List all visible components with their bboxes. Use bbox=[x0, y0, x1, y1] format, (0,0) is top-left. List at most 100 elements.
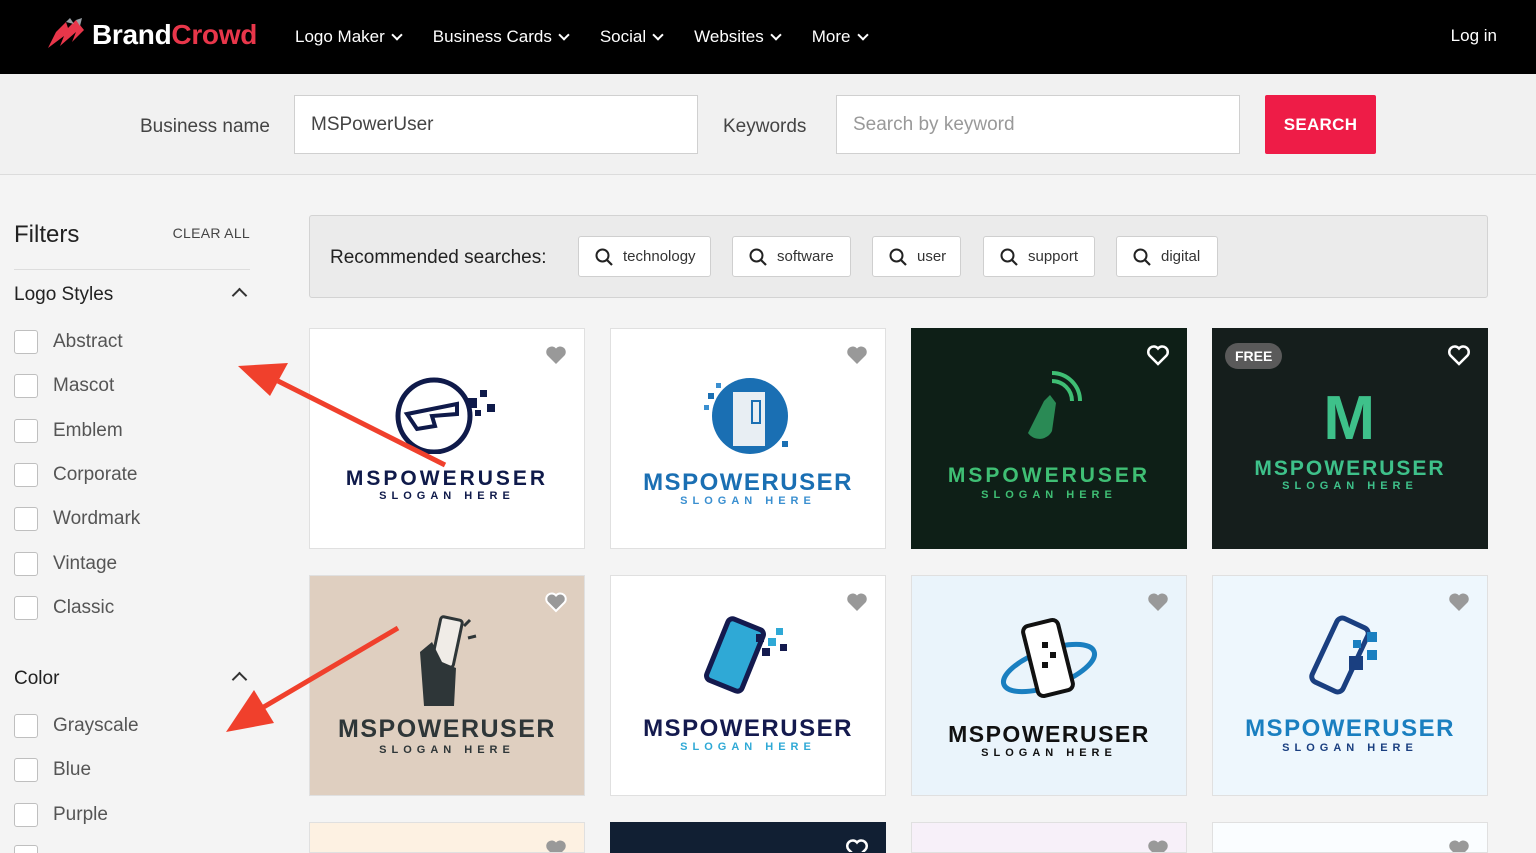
heart-icon[interactable] bbox=[1146, 590, 1170, 614]
nav-logo-maker[interactable]: Logo Maker bbox=[295, 27, 403, 47]
filter-classic[interactable]: Classic bbox=[14, 596, 114, 620]
checkbox[interactable] bbox=[14, 714, 38, 738]
slogan: SLOGAN HERE bbox=[379, 490, 515, 502]
touch-signal-logo bbox=[1028, 371, 1082, 439]
logo-card[interactable]: FREE M MSPOWERUSER SLOGAN HERE bbox=[1212, 328, 1488, 549]
search-icon bbox=[1000, 248, 1018, 266]
heart-icon[interactable] bbox=[1447, 837, 1471, 853]
logo-card[interactable] bbox=[911, 822, 1187, 853]
checkbox[interactable] bbox=[14, 758, 38, 782]
brandcrowd-bird-icon bbox=[48, 18, 84, 48]
hand-phone-logo bbox=[420, 615, 477, 706]
logo-card[interactable]: MSPOWERUSER SLOGAN HERE bbox=[610, 328, 886, 549]
business-name-label: Business name bbox=[140, 116, 270, 137]
chevron-down-icon bbox=[558, 28, 570, 41]
logo-styles-title: Logo Styles bbox=[14, 284, 114, 305]
filters-title: Filters bbox=[14, 221, 80, 248]
phone-pixel-logo bbox=[704, 378, 788, 454]
chip-support[interactable]: support bbox=[983, 236, 1095, 277]
filter-abstract[interactable]: Abstract bbox=[14, 330, 123, 354]
chevron-up-icon[interactable] bbox=[231, 287, 248, 304]
heart-icon[interactable] bbox=[845, 837, 869, 853]
slogan: SLOGAN HERE bbox=[981, 489, 1117, 501]
tilted-phone-logo bbox=[704, 616, 787, 694]
search-icon bbox=[749, 248, 767, 266]
slogan: SLOGAN HERE bbox=[981, 747, 1117, 759]
checkbox[interactable] bbox=[14, 419, 38, 443]
heart-icon[interactable] bbox=[1447, 590, 1471, 614]
divider bbox=[14, 269, 250, 270]
chevron-down-icon bbox=[770, 28, 782, 41]
heart-icon[interactable] bbox=[544, 343, 568, 367]
filter-purple[interactable]: Purple bbox=[14, 803, 108, 827]
wordmark: MSPOWERUSER bbox=[947, 464, 1151, 487]
chip-user[interactable]: user bbox=[872, 236, 961, 277]
logo-card[interactable]: MSPOWERUSER SLOGAN HERE bbox=[610, 575, 886, 796]
chevron-down-icon bbox=[391, 28, 403, 41]
heart-icon[interactable] bbox=[544, 590, 568, 614]
checkbox[interactable] bbox=[14, 463, 38, 487]
blue-phone-logo bbox=[1309, 615, 1377, 695]
business-name-input[interactable]: MSPowerUser bbox=[294, 95, 698, 154]
wordmark: MSPOWERUSER bbox=[948, 721, 1150, 747]
search-button[interactable]: SEARCH bbox=[1265, 95, 1376, 154]
filter-blue[interactable]: Blue bbox=[14, 758, 91, 782]
clear-all-button[interactable]: CLEAR ALL bbox=[173, 225, 250, 241]
wordmark: MSPOWERUSER bbox=[338, 715, 556, 743]
color-title: Color bbox=[14, 668, 60, 689]
logo-card[interactable]: MSPOWERUSER SLOGAN HERE bbox=[911, 575, 1187, 796]
chip-digital[interactable]: digital bbox=[1116, 236, 1218, 277]
checkbox[interactable] bbox=[14, 845, 38, 853]
checkbox[interactable] bbox=[14, 552, 38, 576]
brand-logo[interactable]: BrandCrowd bbox=[46, 18, 257, 52]
keywords-input[interactable]: Search by keyword bbox=[836, 95, 1240, 154]
checkbox[interactable] bbox=[14, 330, 38, 354]
chevron-up-icon[interactable] bbox=[231, 671, 248, 688]
nav-websites[interactable]: Websites bbox=[694, 27, 782, 47]
filter-mascot[interactable]: Mascot bbox=[14, 374, 114, 398]
chip-technology[interactable]: technology bbox=[578, 236, 711, 277]
wordmark: MSPOWERUSER bbox=[643, 469, 853, 496]
logo-card[interactable]: MSPOWERUSER SLOGAN HERE bbox=[309, 575, 585, 796]
heart-icon[interactable] bbox=[544, 837, 568, 853]
search-icon bbox=[595, 248, 613, 266]
checkbox[interactable] bbox=[14, 803, 38, 827]
free-badge: FREE bbox=[1225, 343, 1283, 369]
heart-icon[interactable] bbox=[845, 343, 869, 367]
filter-emblem[interactable]: Emblem bbox=[14, 419, 123, 443]
filter-grayscale[interactable]: Grayscale bbox=[14, 714, 139, 738]
nav-business-cards[interactable]: Business Cards bbox=[433, 27, 570, 47]
logo-card[interactable]: MSPOWERUSER SLOGAN HERE bbox=[1212, 575, 1488, 796]
heart-icon[interactable] bbox=[1146, 837, 1170, 853]
orbit-phone-logo bbox=[1000, 617, 1098, 699]
slogan: SLOGAN HERE bbox=[1282, 480, 1418, 492]
nav-more[interactable]: More bbox=[812, 27, 869, 47]
logo-card[interactable] bbox=[309, 822, 585, 853]
heart-icon[interactable] bbox=[845, 590, 869, 614]
heart-icon[interactable] bbox=[1447, 343, 1471, 367]
filter-partial[interactable] bbox=[14, 845, 38, 853]
filter-vintage[interactable]: Vintage bbox=[14, 552, 117, 576]
heart-icon[interactable] bbox=[1146, 343, 1170, 367]
checkbox[interactable] bbox=[14, 596, 38, 620]
chip-software[interactable]: software bbox=[732, 236, 851, 277]
slogan: SLOGAN HERE bbox=[379, 744, 515, 756]
filters-sidebar: Filters CLEAR ALL Logo Styles Abstract M… bbox=[14, 175, 250, 853]
keywords-label: Keywords bbox=[723, 116, 807, 137]
recommended-title: Recommended searches: bbox=[330, 247, 547, 268]
filter-wordmark[interactable]: Wordmark bbox=[14, 507, 140, 531]
login-link[interactable]: Log in bbox=[1451, 26, 1497, 46]
logo-card[interactable]: MSPOWERUSER SLOGAN HERE bbox=[309, 328, 585, 549]
top-nav: BrandCrowd Logo Maker Business Cards Soc… bbox=[0, 0, 1536, 74]
logo-card[interactable] bbox=[1212, 822, 1488, 853]
wordmark: MSPOWERUSER bbox=[345, 467, 549, 490]
logo-card[interactable] bbox=[610, 822, 886, 853]
slogan: SLOGAN HERE bbox=[1282, 742, 1418, 754]
checkbox[interactable] bbox=[14, 507, 38, 531]
checkbox[interactable] bbox=[14, 374, 38, 398]
filter-corporate[interactable]: Corporate bbox=[14, 463, 138, 487]
brand-name: BrandCrowd bbox=[92, 19, 258, 50]
wordmark: MSPOWERUSER bbox=[1254, 457, 1446, 480]
nav-social[interactable]: Social bbox=[600, 27, 664, 47]
logo-card[interactable]: MSPOWERUSER SLOGAN HERE bbox=[911, 328, 1187, 549]
